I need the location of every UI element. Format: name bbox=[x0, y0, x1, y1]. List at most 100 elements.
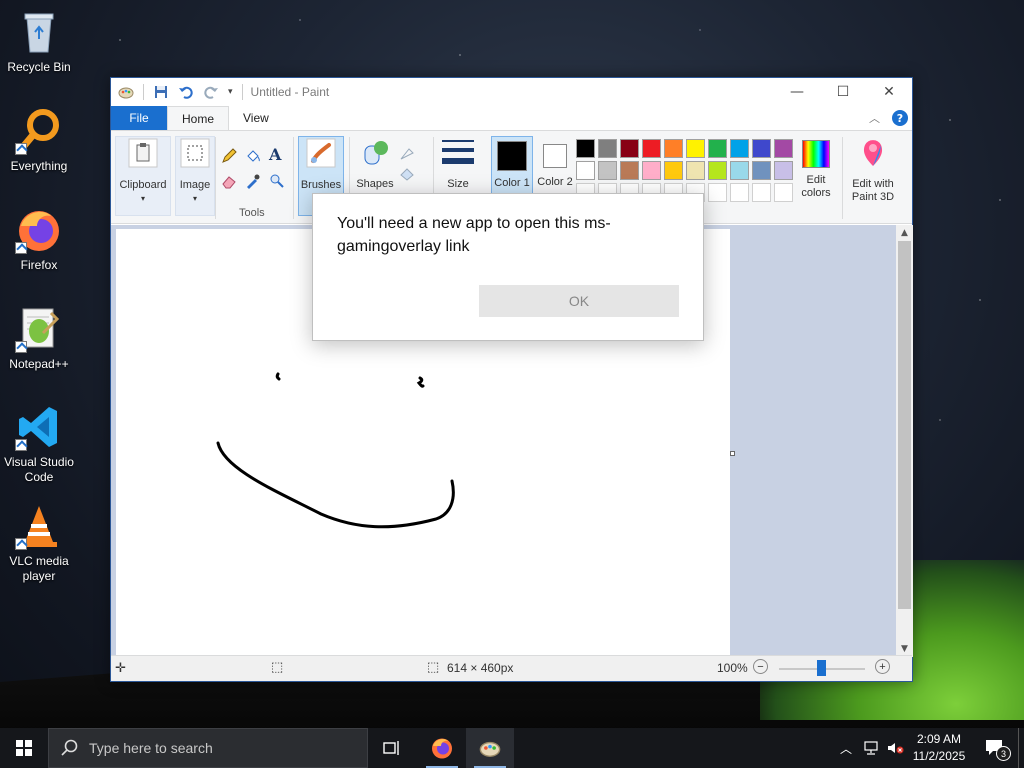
text-tool-icon[interactable]: A bbox=[269, 145, 281, 164]
selection-size-icon: ⬚ bbox=[271, 659, 284, 674]
palette-swatch[interactable] bbox=[642, 139, 661, 158]
pencil-icon[interactable] bbox=[221, 148, 237, 164]
clock[interactable]: 2:09 AM 11/2/2025 bbox=[904, 731, 974, 765]
desktop-icon-everything[interactable]: Everything bbox=[0, 107, 78, 174]
desktop-icon-vscode[interactable]: Visual Studio Code bbox=[0, 403, 78, 485]
customize-quick-access-icon[interactable]: ▾ bbox=[228, 87, 233, 97]
edit-colors-label: Edit colors bbox=[801, 174, 831, 199]
search-box[interactable]: Type here to search bbox=[48, 728, 368, 768]
canvas-dimensions: 614 × 460px bbox=[447, 661, 514, 675]
palette-swatch[interactable] bbox=[620, 161, 639, 180]
palette-swatch[interactable] bbox=[708, 161, 727, 180]
fill-icon[interactable] bbox=[399, 167, 419, 181]
cursor-position-icon: ✛ bbox=[115, 660, 126, 675]
undo-icon[interactable] bbox=[178, 84, 194, 100]
shortcut-arrow-icon bbox=[15, 341, 27, 353]
taskbar: Type here to search ︿ 2:09 AM 11/2/2025 … bbox=[0, 728, 1024, 768]
palette-swatch[interactable] bbox=[598, 161, 617, 180]
maximize-button[interactable]: ☐ bbox=[820, 78, 866, 106]
clipboard-label: Clipboard bbox=[119, 179, 167, 191]
palette-swatch[interactable] bbox=[774, 139, 793, 158]
task-view-icon bbox=[383, 741, 399, 755]
palette-swatch[interactable] bbox=[752, 183, 771, 202]
color-picker-icon[interactable] bbox=[245, 173, 261, 189]
palette-swatch[interactable] bbox=[752, 161, 771, 180]
outline-icon[interactable] bbox=[399, 147, 419, 161]
ok-button[interactable]: OK bbox=[479, 285, 679, 317]
vertical-scrollbar[interactable]: ▲ ▼ bbox=[896, 225, 913, 657]
edit-with-paint3d-button[interactable]: Edit with Paint 3D bbox=[845, 136, 901, 216]
redo-icon[interactable] bbox=[203, 84, 219, 100]
image-button[interactable]: Image ▾ bbox=[175, 136, 215, 216]
shapes-label: Shapes bbox=[356, 178, 394, 190]
chevron-down-icon: ▾ bbox=[140, 194, 145, 203]
color2-label: Color 2 bbox=[537, 176, 573, 188]
select-icon bbox=[180, 138, 210, 168]
start-button[interactable] bbox=[0, 728, 48, 768]
network-icon[interactable] bbox=[860, 728, 882, 768]
desktop-icon-recycle-bin[interactable]: Recycle Bin bbox=[0, 8, 78, 75]
zoom-out-icon[interactable]: − bbox=[753, 659, 768, 674]
minimize-button[interactable]: — bbox=[774, 78, 820, 106]
collapse-ribbon-icon[interactable]: ︿ bbox=[869, 110, 880, 126]
eraser-icon[interactable] bbox=[221, 173, 237, 189]
palette-swatch[interactable] bbox=[686, 161, 705, 180]
palette-swatch[interactable] bbox=[730, 161, 749, 180]
palette-swatch[interactable] bbox=[752, 139, 771, 158]
zoom-in-icon[interactable]: + bbox=[875, 659, 890, 674]
palette-swatch[interactable] bbox=[620, 139, 639, 158]
palette-swatch[interactable] bbox=[576, 139, 595, 158]
taskbar-firefox[interactable] bbox=[418, 728, 466, 768]
save-icon[interactable] bbox=[153, 84, 169, 100]
help-icon[interactable]: ? bbox=[892, 110, 908, 126]
fill-bucket-icon[interactable] bbox=[245, 148, 261, 164]
desktop-icon-label: Firefox bbox=[20, 258, 58, 272]
group-separator bbox=[215, 137, 216, 219]
zoom-slider-thumb[interactable] bbox=[817, 660, 826, 676]
desktop-icon-notepadpp[interactable]: Notepad++ bbox=[0, 305, 78, 372]
desktop-icon-label: Recycle Bin bbox=[7, 60, 71, 74]
canvas-resize-handle[interactable] bbox=[730, 451, 735, 456]
zoom-level: 100% bbox=[717, 661, 748, 675]
desktop-icon-firefox[interactable]: Firefox bbox=[0, 206, 78, 273]
magnifier-icon[interactable] bbox=[269, 173, 285, 189]
dialog-message: You'll need a new app to open this ms-ga… bbox=[337, 215, 611, 255]
palette-swatch[interactable] bbox=[774, 183, 793, 202]
desktop-icon-label: VLC media player bbox=[9, 554, 69, 583]
tab-file[interactable]: File bbox=[111, 106, 167, 130]
shortcut-arrow-icon bbox=[15, 538, 27, 550]
scroll-up-icon[interactable]: ▲ bbox=[896, 225, 913, 241]
show-hidden-icons-button[interactable]: ︿ bbox=[836, 728, 856, 768]
window-title: Untitled - Paint bbox=[250, 85, 330, 99]
palette-swatch[interactable] bbox=[598, 139, 617, 158]
scrollbar-thumb[interactable] bbox=[898, 241, 911, 609]
clock-date: 11/2/2025 bbox=[912, 749, 966, 763]
close-button[interactable]: ✕ bbox=[866, 78, 912, 106]
taskbar-paint[interactable] bbox=[466, 728, 514, 768]
palette-swatch[interactable] bbox=[664, 139, 683, 158]
palette-swatch[interactable] bbox=[708, 183, 727, 202]
volume-muted-icon[interactable] bbox=[884, 728, 906, 768]
task-view-button[interactable] bbox=[368, 728, 416, 768]
brush-icon bbox=[306, 138, 336, 168]
palette-swatch[interactable] bbox=[730, 183, 749, 202]
paint-app-icon[interactable] bbox=[118, 84, 134, 100]
desktop-icon-vlc[interactable]: VLC media player bbox=[0, 502, 78, 584]
palette-swatch[interactable] bbox=[774, 161, 793, 180]
clipboard-button[interactable]: Clipboard ▾ bbox=[115, 136, 171, 216]
firefox-icon bbox=[15, 206, 63, 254]
tab-view[interactable]: View bbox=[229, 106, 283, 130]
desktop-icon-label: Visual Studio Code bbox=[4, 455, 74, 484]
edit-colors-button[interactable]: Edit colors bbox=[793, 136, 839, 216]
palette-swatch[interactable] bbox=[664, 161, 683, 180]
palette-swatch[interactable] bbox=[576, 161, 595, 180]
action-center-button[interactable]: 3 bbox=[978, 728, 1012, 768]
palette-swatch[interactable] bbox=[730, 139, 749, 158]
brushes-label: Brushes bbox=[300, 179, 342, 191]
show-desktop-button[interactable] bbox=[1018, 728, 1019, 768]
tab-home[interactable]: Home bbox=[167, 106, 230, 130]
palette-swatch[interactable] bbox=[686, 139, 705, 158]
palette-swatch[interactable] bbox=[642, 161, 661, 180]
palette-swatch[interactable] bbox=[708, 139, 727, 158]
image-label: Image bbox=[179, 179, 211, 191]
